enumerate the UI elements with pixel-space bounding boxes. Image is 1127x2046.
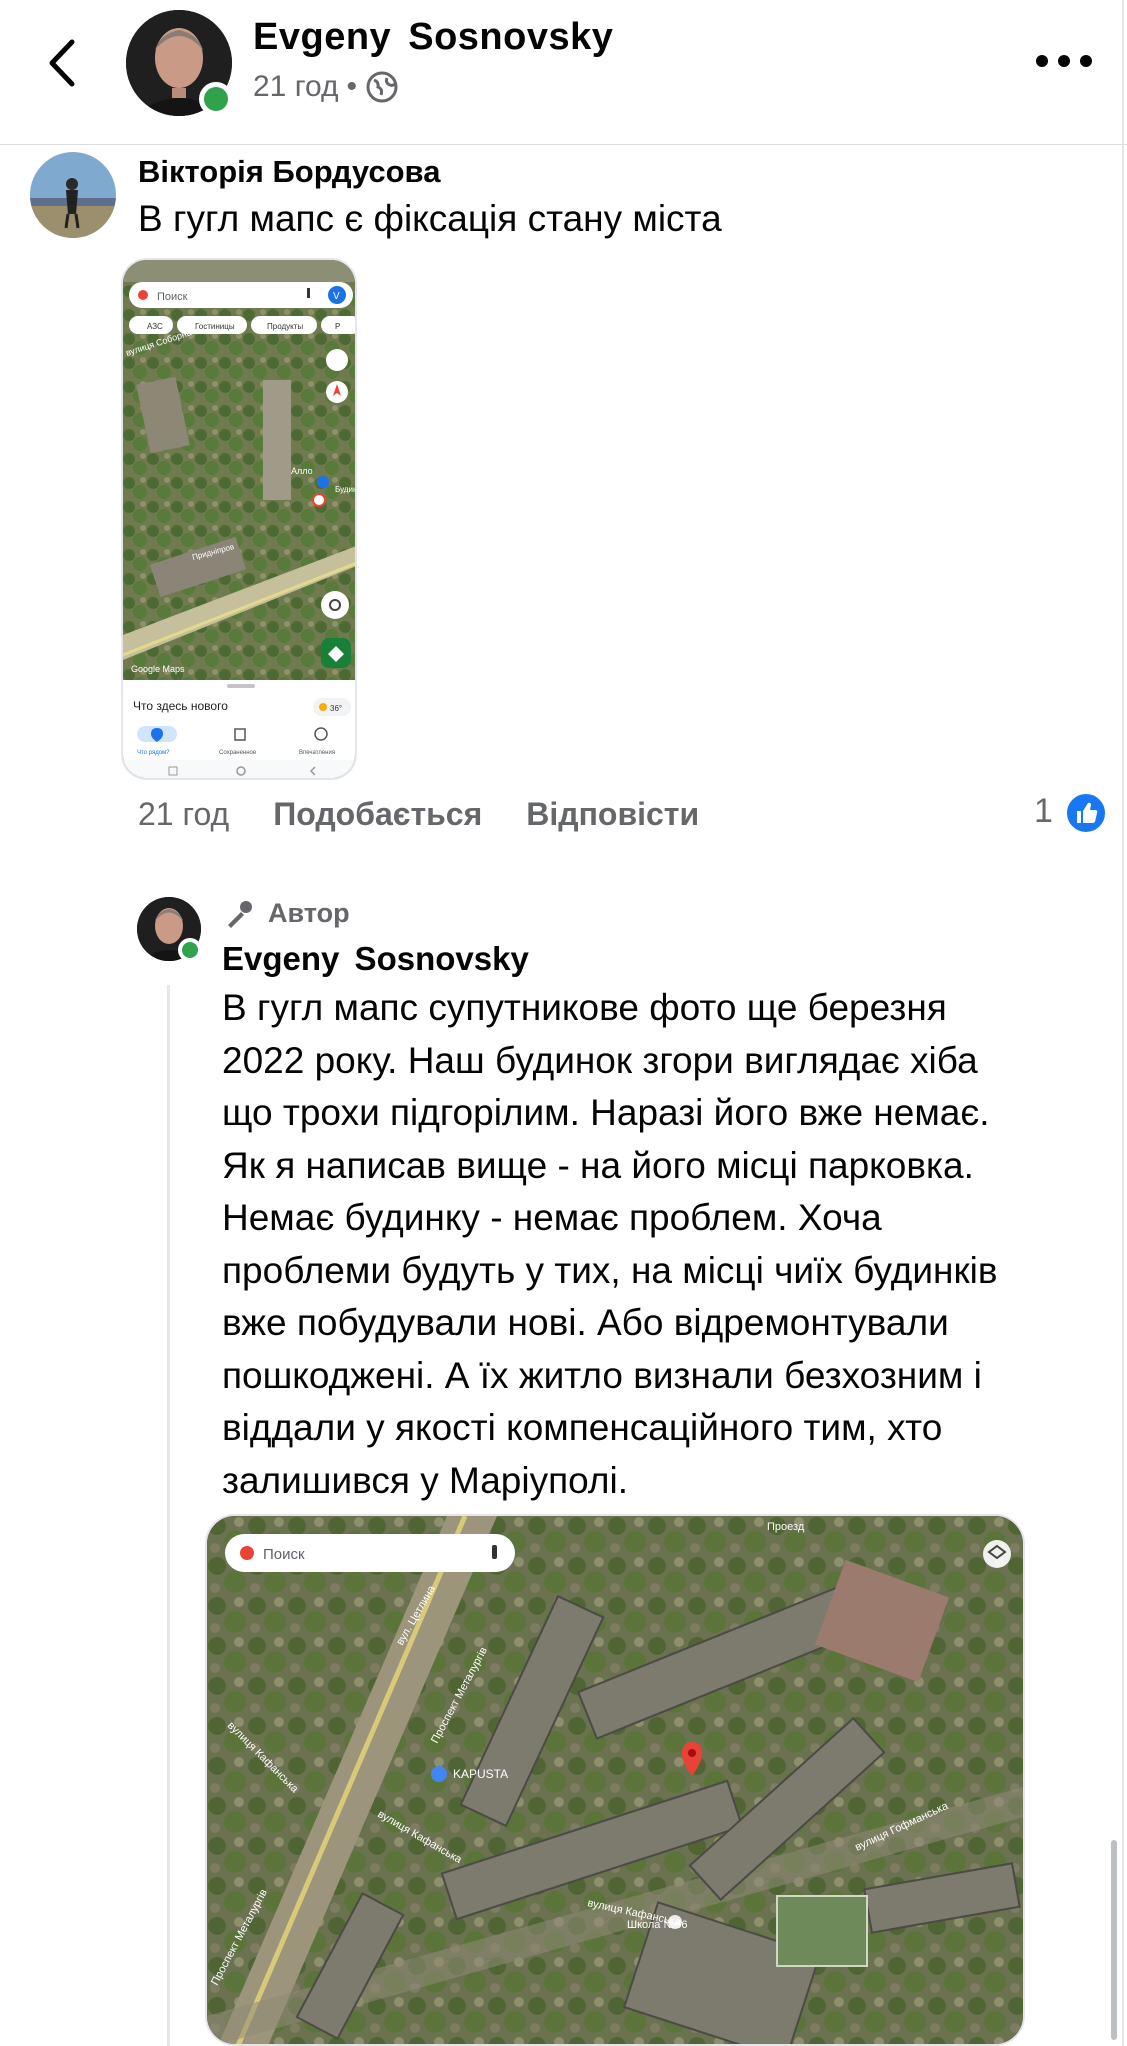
reply-author-name[interactable]: Evgeny Sosnovsky xyxy=(222,940,529,978)
mini-place-label: Алло xyxy=(291,466,313,476)
author-name[interactable]: Evgeny Sosnovsky xyxy=(253,16,613,59)
dot-icon xyxy=(1058,55,1070,67)
reply-text-line: Як я написав вище - на його місці парков… xyxy=(222,1144,974,1186)
page-edge-divider xyxy=(1122,0,1124,2046)
meta-separator: • xyxy=(346,70,358,103)
author-badge: Автор xyxy=(224,898,350,929)
scrollbar[interactable] xyxy=(1111,1840,1117,2040)
mini-chip: Р xyxy=(335,322,340,331)
reply-text-line: віддали у якості компенсаційного тим, хт… xyxy=(222,1407,943,1448)
more-options-button[interactable] xyxy=(1036,50,1092,72)
reply-text-line: що трохи підгорілим. Наразі його вже нем… xyxy=(222,1092,990,1133)
reply-attachment-map[interactable]: Поиск вул. Цетлина Проспект Металургів в… xyxy=(205,1514,1025,2046)
thread-line xyxy=(167,985,170,2046)
comment-text: В гугл мапс є фіксація стану міста xyxy=(138,198,722,239)
mini-chip: Гостиницы xyxy=(195,322,235,331)
reply-text-line: пошкоджені. А їх житло визнали безхозним… xyxy=(222,1354,982,1396)
mini-watermark: Google Maps xyxy=(131,664,185,674)
reply-text: В гугл мапс супутникове фото ще березня … xyxy=(222,982,1122,1507)
thumbs-up-icon[interactable] xyxy=(1064,791,1108,835)
reaction-count[interactable]: 1 xyxy=(1034,792,1053,831)
mini-chip: Продукты xyxy=(267,322,303,331)
commenter-name[interactable]: Вікторія Бордусова xyxy=(138,154,440,190)
back-button[interactable] xyxy=(38,28,88,98)
post-header: Evgeny Sosnovsky 21 год • xyxy=(0,0,1127,145)
comment-time: 21 год xyxy=(138,796,230,832)
mini-place-label: Будин xyxy=(335,485,357,494)
online-status-dot xyxy=(178,938,202,962)
map-place-label: KAPUSTA xyxy=(453,1767,508,1781)
map-place-label: Школа №66 xyxy=(627,1919,688,1931)
map-street-label: Проезд xyxy=(767,1521,805,1533)
dot-icon xyxy=(1036,55,1048,67)
mini-search-placeholder: Поиск xyxy=(157,291,188,303)
map-search-placeholder: Поиск xyxy=(263,1546,305,1563)
mini-temp: 36° xyxy=(330,704,342,713)
mini-nav-label: Впечатления xyxy=(299,750,335,756)
reply-text-line: 2022 року. Наш будинок згори виглядає хі… xyxy=(222,1039,978,1081)
reply-text-line: залишився у Маріуполі. xyxy=(222,1459,628,1501)
author-badge-label: Автор xyxy=(268,898,350,928)
mini-sheet-title: Что здесь нового xyxy=(133,699,228,713)
online-status-dot xyxy=(199,82,233,116)
mini-account-letter: V xyxy=(333,291,340,302)
like-button[interactable]: Подобається xyxy=(273,796,482,833)
reply-text-line: Немає будинку - немає проблем. Хоча xyxy=(222,1197,882,1238)
mini-nav-label: Сохраненное xyxy=(219,750,257,756)
mini-chip: АЗС xyxy=(147,322,163,331)
post-meta: 21 год • xyxy=(253,70,399,104)
comment-attachment-image[interactable]: Поиск V АЗС Гостиницы Продукты Р вулиця … xyxy=(121,258,357,780)
chevron-left-icon xyxy=(49,39,75,87)
globe-icon xyxy=(366,71,398,103)
dot-icon xyxy=(1080,55,1092,67)
reply-button[interactable]: Відповісти xyxy=(526,796,699,833)
comment-actions: 21 год Подобається Відповісти xyxy=(138,796,699,833)
reply-text-line: проблеми будуть у тих, на місці чиїх буд… xyxy=(222,1249,998,1291)
mini-nav-label: Что рядом? xyxy=(137,750,170,756)
reply-text-line: вже побудували нові. Або відремонтували xyxy=(222,1302,949,1343)
microphone-icon xyxy=(228,900,252,928)
post-time: 21 год xyxy=(253,70,339,103)
commenter-avatar[interactable] xyxy=(30,152,116,238)
reply-text-line: В гугл мапс супутникове фото ще березня xyxy=(222,987,947,1028)
